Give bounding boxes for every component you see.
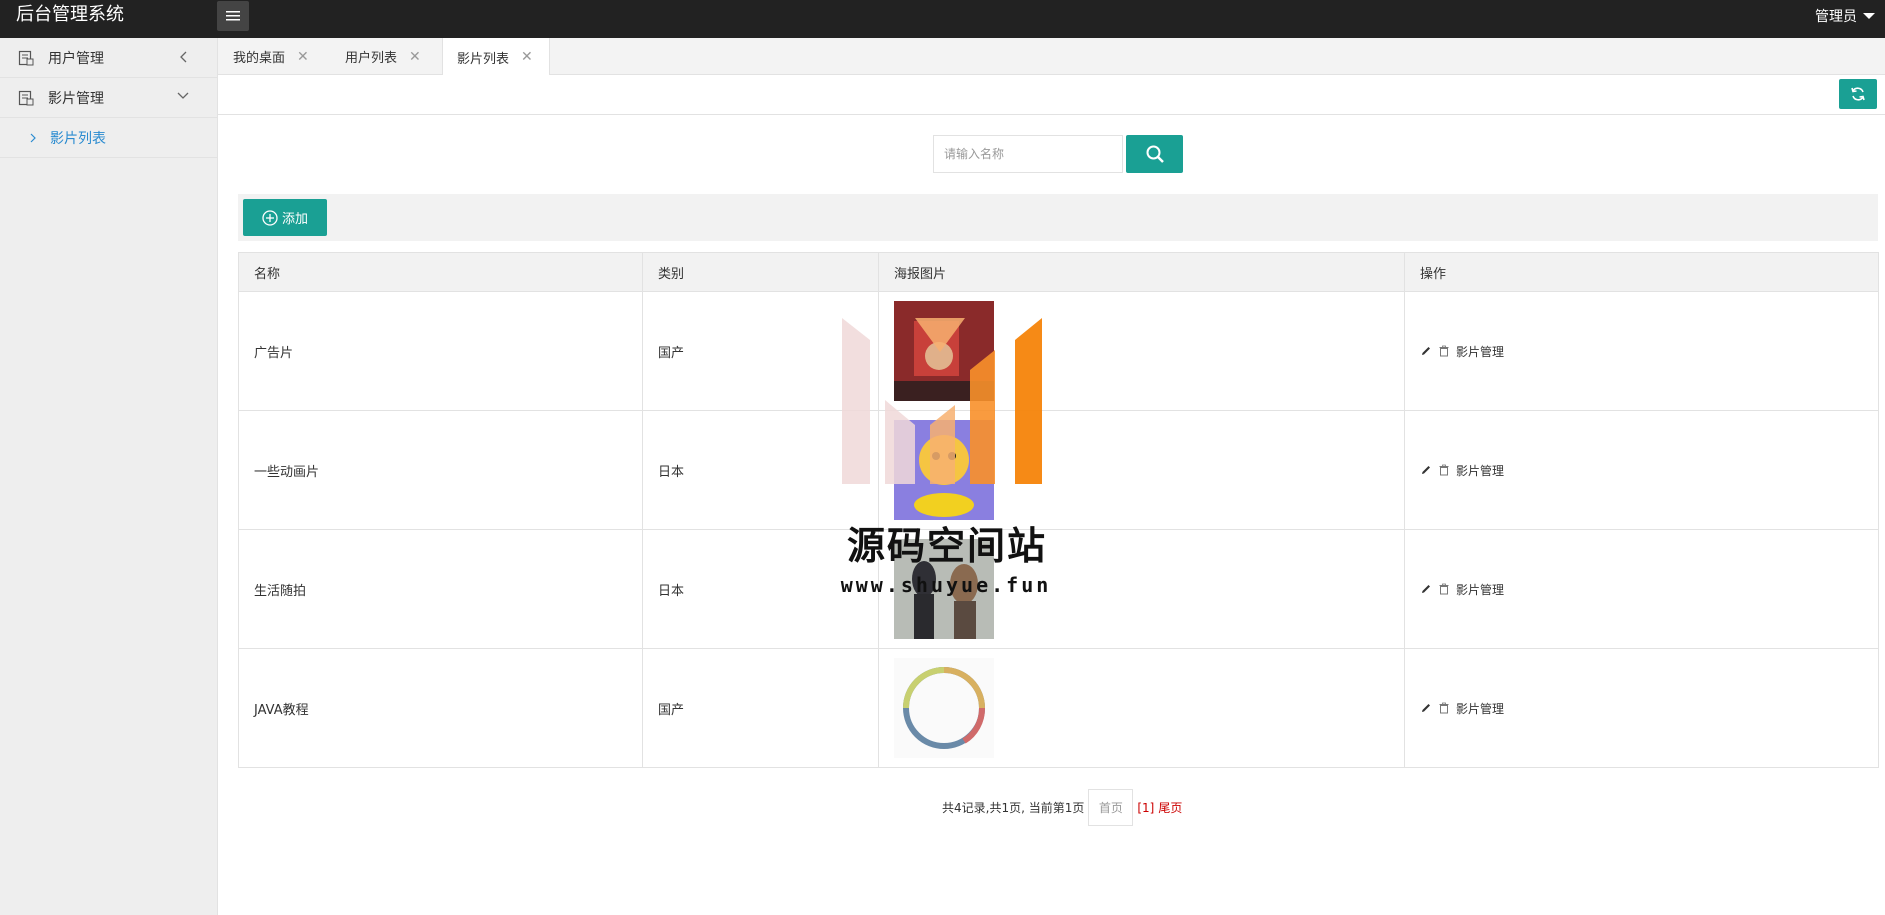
column-header-name: 名称 [238, 252, 643, 292]
trash-icon[interactable] [1438, 464, 1450, 476]
tab-my-desktop[interactable]: 我的桌面 ✕ [233, 38, 309, 75]
hamburger-icon [226, 11, 240, 21]
trash-icon[interactable] [1438, 345, 1450, 357]
add-label: 添加 [281, 212, 308, 227]
cell-category: 国产 [642, 648, 879, 768]
cell-name: 生活随拍 [238, 529, 643, 649]
tab-label: 我的桌面 [233, 51, 286, 66]
cell-category: 国产 [642, 291, 879, 411]
app-title: 后台管理系统 [16, 4, 124, 25]
document-icon [18, 50, 34, 65]
column-header-category: 类别 [642, 252, 879, 292]
cell-poster [878, 648, 1405, 768]
chevron-right-icon [30, 133, 36, 142]
sidebar-item-movie-list[interactable]: 影片列表 [0, 118, 217, 158]
tab-user-list[interactable]: 用户列表 ✕ [345, 38, 421, 75]
last-page-link[interactable]: 尾页 [1158, 799, 1182, 816]
current-page-indicator: [1] [1137, 800, 1155, 815]
edit-icon[interactable] [1420, 464, 1432, 476]
user-menu[interactable]: 管理员 [1815, 6, 1875, 26]
row-operations: 影片管理 [1420, 343, 1863, 360]
refresh-icon [1851, 87, 1865, 101]
plus-circle-icon [262, 209, 278, 226]
pagination: 共4记录,共1页, 当前第1页 首页 [1] 尾页 [942, 789, 1182, 826]
table-row: 一些动画片 日本 影片管理 [238, 410, 1879, 530]
sidebar-item-user-management[interactable]: 用户管理 [0, 38, 217, 78]
movie-manage-link[interactable]: 影片管理 [1456, 581, 1504, 598]
sidebar-item-movie-management[interactable]: 影片管理 [0, 78, 217, 118]
top-bar: 后台管理系统 管理员 [0, 0, 1885, 38]
row-operations: 影片管理 [1420, 462, 1863, 479]
chevron-down-icon [177, 92, 189, 99]
table-header-row: 名称 类别 海报图片 操作 [238, 252, 1879, 292]
close-icon[interactable]: ✕ [409, 49, 421, 65]
row-operations: 影片管理 [1420, 581, 1863, 598]
refresh-button[interactable] [1839, 79, 1877, 109]
search-button[interactable] [1126, 135, 1183, 173]
cell-name: 一些动画片 [238, 410, 643, 530]
sidebar: 用户管理 影片管理 影片列表 [0, 38, 218, 915]
first-page-button[interactable]: 首页 [1088, 789, 1134, 826]
poster-image [894, 658, 994, 758]
tab-label: 用户列表 [345, 51, 398, 66]
sidebar-item-label: 用户管理 [48, 50, 104, 67]
user-name: 管理员 [1815, 9, 1857, 25]
column-header-poster: 海报图片 [878, 252, 1405, 292]
watermark-text: 源码空间站 [846, 524, 1047, 568]
search-input[interactable] [933, 135, 1123, 173]
cell-category: 日本 [642, 410, 879, 530]
trash-icon[interactable] [1438, 583, 1450, 595]
table-row: JAVA教程 国产 影片管理 [238, 648, 1879, 768]
cell-poster [878, 291, 1405, 411]
action-bar: 添加 [238, 194, 1878, 241]
trash-icon[interactable] [1438, 702, 1450, 714]
movie-manage-link[interactable]: 影片管理 [1456, 700, 1504, 717]
cell-actions: 影片管理 [1404, 291, 1879, 411]
movie-manage-link[interactable]: 影片管理 [1456, 462, 1504, 479]
pagination-summary: 共4记录,共1页, 当前第1页 [942, 801, 1085, 815]
cell-poster [878, 410, 1405, 530]
movie-table: 名称 类别 海报图片 操作 广告片 国产 影片管理 一些动画片 日本 影片管理 … [238, 252, 1879, 768]
document-icon [18, 90, 34, 105]
movie-manage-link[interactable]: 影片管理 [1456, 343, 1504, 360]
edit-icon[interactable] [1420, 702, 1432, 714]
caret-down-icon [1863, 13, 1875, 19]
tab-label: 影片列表 [457, 51, 510, 67]
toolbar [218, 75, 1885, 115]
sidebar-item-label: 影片管理 [48, 90, 104, 107]
tab-movie-list[interactable]: 影片列表 ✕ [442, 38, 550, 76]
close-icon[interactable]: ✕ [297, 49, 309, 65]
edit-icon[interactable] [1420, 583, 1432, 595]
column-header-actions: 操作 [1404, 252, 1879, 292]
row-operations: 影片管理 [1420, 700, 1863, 717]
cell-name: 广告片 [238, 291, 643, 411]
cell-actions: 影片管理 [1404, 410, 1879, 530]
poster-image [894, 420, 994, 520]
search-icon [1146, 145, 1164, 163]
poster-image [894, 301, 994, 401]
add-button[interactable]: 添加 [243, 199, 327, 236]
cell-actions: 影片管理 [1404, 648, 1879, 768]
sidebar-sub-label: 影片列表 [50, 130, 106, 147]
tab-bar: 我的桌面 ✕ 用户列表 ✕ 影片列表 ✕ [218, 38, 1885, 76]
cell-actions: 影片管理 [1404, 529, 1879, 649]
close-icon[interactable]: ✕ [521, 49, 533, 65]
chevron-left-icon [180, 51, 187, 63]
menu-toggle-button[interactable] [217, 1, 249, 31]
cell-name: JAVA教程 [238, 648, 643, 768]
table-row: 广告片 国产 影片管理 [238, 291, 1879, 411]
edit-icon[interactable] [1420, 345, 1432, 357]
watermark-url: www.shuyue.fun [840, 573, 1052, 597]
